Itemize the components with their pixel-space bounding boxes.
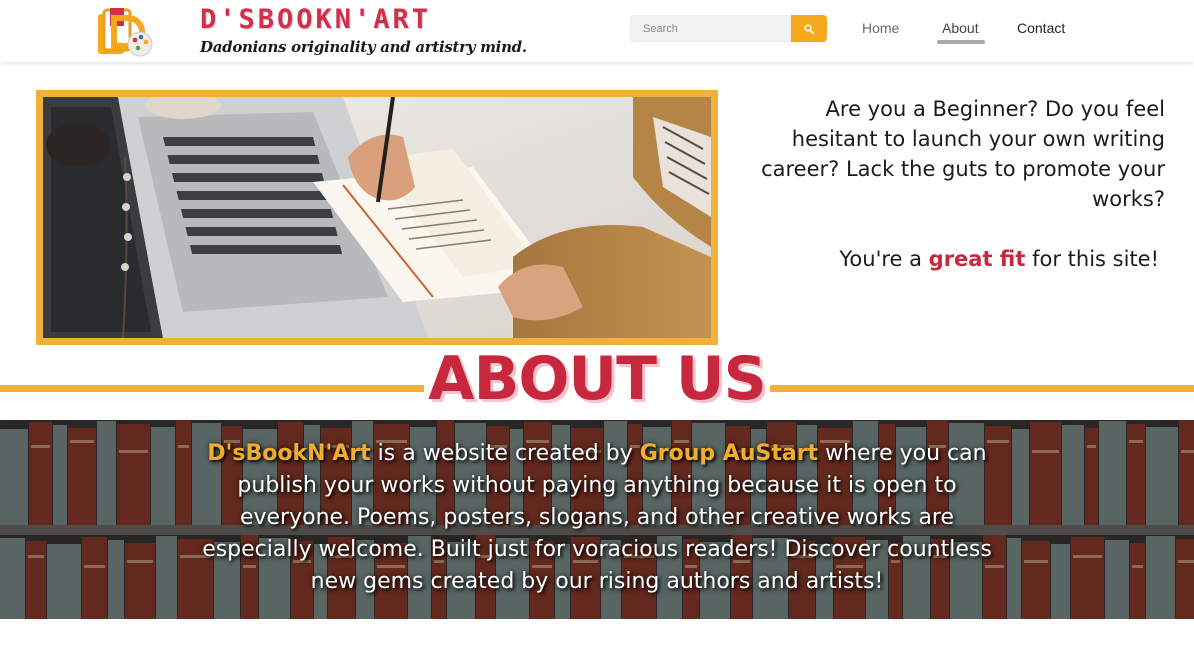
fit-prefix: You're a [839, 247, 929, 271]
laptop-notebook-photo [43, 97, 711, 338]
fit-suffix: for this site! [1025, 247, 1159, 271]
nav-contact-link[interactable]: Contact [1017, 20, 1065, 36]
about-us-title: ABOUT US [428, 344, 767, 414]
about-text-part-1: is a website created by [370, 441, 640, 466]
about-description: D'sBookN'Art is a website created by Gro… [188, 438, 1006, 598]
brand-tagline: Dadonians originality and artistry mind. [200, 38, 527, 56]
fit-highlight: great fit [928, 247, 1026, 271]
group-name-highlight: Group AuStart [639, 441, 819, 466]
intro-text: Are you a Beginner? Do you feel hesitant… [761, 97, 1165, 211]
brand-title[interactable]: D'SBOOKN'ART [200, 4, 431, 35]
hero-image-frame [36, 90, 718, 345]
dsbooknart-logo-icon[interactable] [96, 6, 156, 60]
site-header: D'SBOOKN'ART Dadonians originality and a… [0, 0, 1194, 62]
nav-home-link[interactable]: Home [862, 20, 899, 36]
site-name-highlight: D'sBookN'Art [207, 441, 371, 466]
fit-line: You're a great fit for this site! [740, 244, 1159, 274]
nav-active-indicator [937, 40, 985, 44]
title-rule-right [770, 385, 1194, 392]
title-rule-left [0, 385, 424, 392]
nav-about-link[interactable]: About [942, 20, 979, 36]
search-button[interactable] [791, 15, 827, 42]
search-icon [804, 23, 814, 34]
search-input[interactable] [630, 15, 791, 42]
